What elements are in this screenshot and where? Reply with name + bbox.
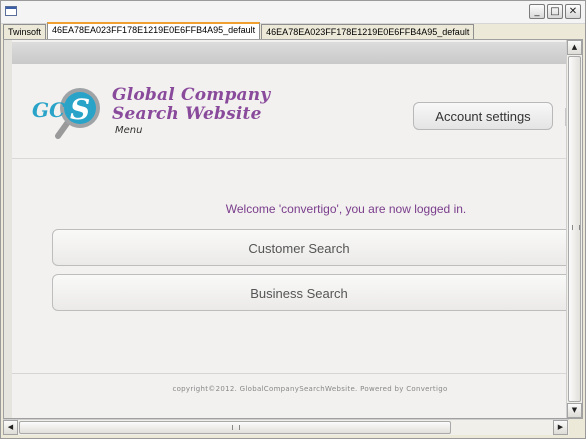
- tab-strip: Twinsoft 46EA78EA023FF178E1219E0E6FFB4A9…: [3, 22, 475, 39]
- scroll-right-button[interactable]: ▶: [553, 420, 568, 435]
- company-logo[interactable]: GC S Global Company Search Website Menu: [30, 85, 271, 146]
- svg-text:GC: GC: [32, 98, 65, 122]
- svg-text:S: S: [70, 93, 90, 126]
- horizontal-scroll-thumb[interactable]: [19, 421, 451, 434]
- scroll-down-button[interactable]: ▼: [567, 403, 582, 418]
- tab-session-active[interactable]: 46EA78EA023FF178E1219E0E6FFB4A95_default: [47, 22, 261, 39]
- vertical-scrollbar[interactable]: ▲ ▼: [566, 40, 582, 418]
- footer-copyright: copyright©2012. GlobalCompanySearchWebsi…: [172, 385, 448, 393]
- maximize-button[interactable]: □: [547, 4, 563, 19]
- title-bar: _ □ ✕: [1, 1, 585, 24]
- scroll-grip-icon: [232, 425, 240, 430]
- scroll-grip-icon: [572, 225, 580, 230]
- brand-title-line1: Global Company: [112, 85, 271, 105]
- vertical-scroll-thumb[interactable]: [568, 56, 581, 402]
- scrollbar-corner: [569, 419, 583, 434]
- business-search-button[interactable]: Business Search: [52, 274, 582, 311]
- scroll-up-button[interactable]: ▲: [567, 40, 582, 55]
- brand-title-line2: Search Website: [112, 104, 262, 124]
- menu-label: Menu: [115, 125, 143, 136]
- scroll-left-button[interactable]: ◀: [3, 420, 18, 435]
- tab-session[interactable]: 46EA78EA023FF178E1219E0E6FFB4A95_default: [261, 24, 475, 39]
- footer-divider: [12, 373, 568, 374]
- minimize-button[interactable]: _: [529, 4, 545, 19]
- tab-twinsoft[interactable]: Twinsoft: [3, 24, 47, 39]
- magnifier-logo-icon: GC S: [32, 88, 100, 139]
- page-content: GC S Global Company Search Website Menu …: [12, 40, 582, 418]
- customer-search-button[interactable]: Customer Search: [52, 229, 582, 266]
- top-toolbar: [12, 42, 568, 65]
- browser-window: _ □ ✕ Twinsoft 46EA78EA023FF178E1219E0E6…: [0, 0, 586, 439]
- page-viewport: GC S Global Company Search Website Menu …: [3, 39, 583, 419]
- window-controls: _ □ ✕: [529, 4, 581, 19]
- horizontal-scrollbar[interactable]: ◀ ▶: [3, 419, 569, 435]
- page-header: GC S Global Company Search Website Menu …: [12, 64, 568, 159]
- welcome-message: Welcome 'convertigo', you are now logged…: [225, 202, 467, 216]
- close-button[interactable]: ✕: [565, 4, 581, 19]
- account-settings-button[interactable]: Account settings: [413, 102, 553, 130]
- window-app-icon: [5, 6, 17, 16]
